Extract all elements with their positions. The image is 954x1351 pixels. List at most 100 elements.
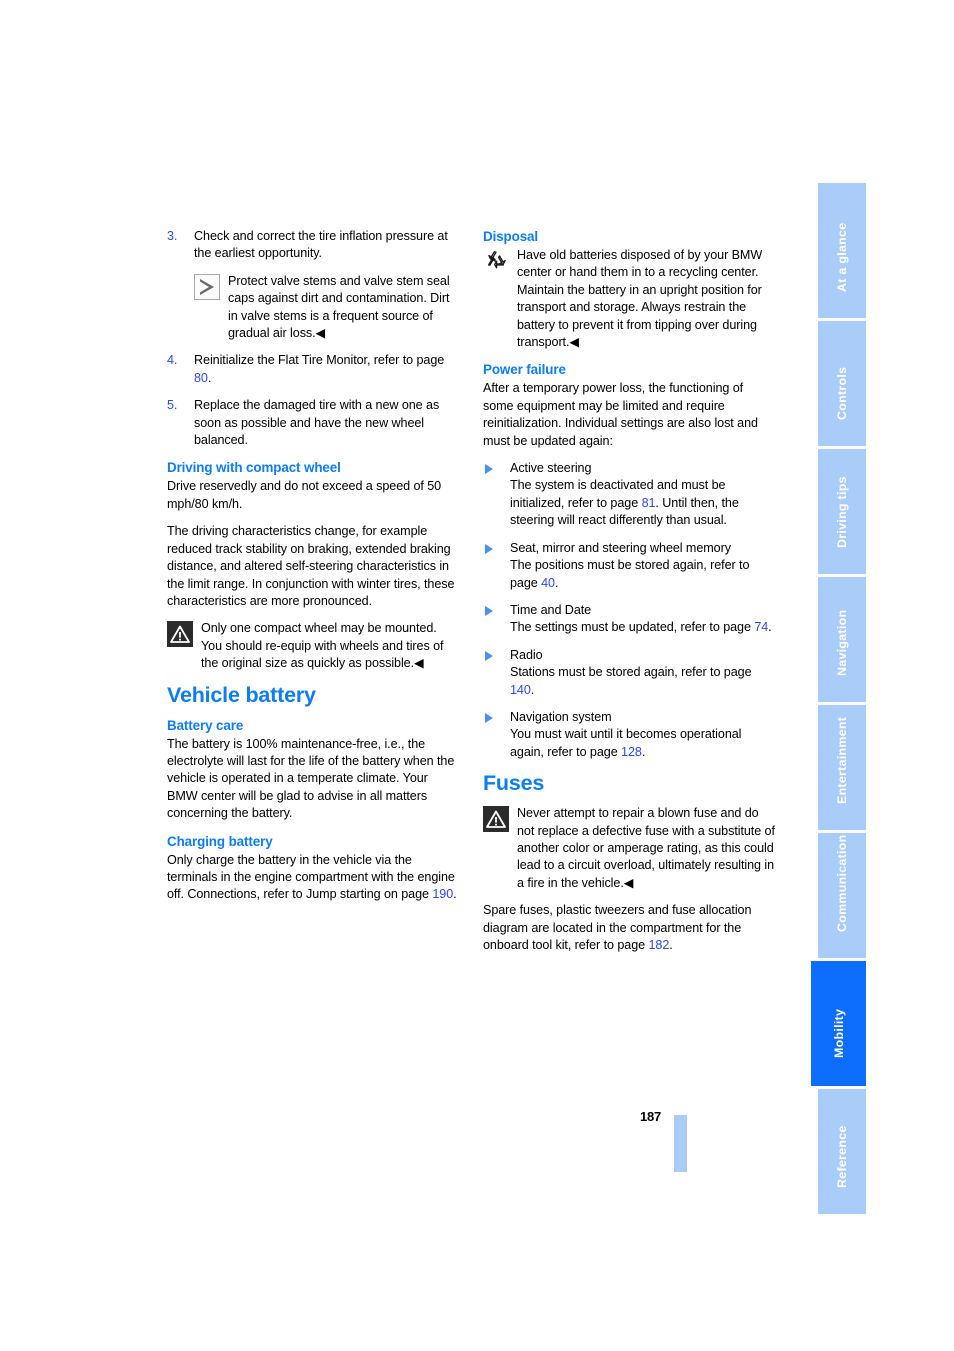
item-text: Stations must be stored again, refer to … xyxy=(510,665,752,680)
item-title: Time and Date xyxy=(510,602,592,617)
list-item: Navigation system You must wait until it… xyxy=(483,709,775,761)
note-valve-stems-body: Protect valve stems and valve stem seal … xyxy=(228,273,459,343)
heading-battery-care: Battery care xyxy=(167,717,244,733)
list-item: Active steering The system is deactivate… xyxy=(483,460,775,530)
left-column: 3. Check and correct the tire inflation … xyxy=(167,228,459,904)
warning-fuses-body: Never attempt to repair a blown fuse and… xyxy=(517,805,775,892)
step-text-after: . xyxy=(207,370,212,385)
step-text: Check and correct the tire inflation pre… xyxy=(194,229,448,261)
warning-fuses: Never attempt to repair a blown fuse and… xyxy=(483,805,775,892)
compact-wheel-para-2: The driving characteristics change, for … xyxy=(167,524,455,608)
triangle-bullet-icon xyxy=(485,605,493,616)
sidebar-tab-driving-tips[interactable]: Driving tips xyxy=(818,449,866,574)
triangle-bullet-icon xyxy=(485,712,493,723)
sidebar-tab-entertainment[interactable]: Entertainment xyxy=(818,705,866,830)
step-number: 4. xyxy=(167,353,178,368)
item-text-after: . xyxy=(641,744,646,759)
page-reference-link[interactable]: 190 xyxy=(432,887,453,901)
sidebar-tab-label: Controls xyxy=(834,366,849,420)
battery-care-text: The battery is 100% maintenance-free, i.… xyxy=(167,736,455,821)
note-valve-stems: Protect valve stems and valve stem seal … xyxy=(194,273,459,343)
item-title: Radio xyxy=(510,647,543,662)
page-reference-link[interactable]: 81 xyxy=(642,496,656,510)
sidebar-tab-reference[interactable]: Reference xyxy=(818,1089,866,1214)
list-item: 3. Check and correct the tire inflation … xyxy=(167,228,459,263)
page-reference-link[interactable]: 128 xyxy=(621,745,642,759)
list-item: Time and Date The settings must be updat… xyxy=(483,602,775,637)
sidebar-tab-navigation[interactable]: Navigation xyxy=(818,577,866,702)
triangle-bullet-icon xyxy=(485,543,493,554)
step-text: Replace the damaged tire with a new one … xyxy=(194,398,440,448)
note-disposal: Have old batteries disposed of by your B… xyxy=(483,247,775,351)
page-reference-link[interactable]: 40 xyxy=(541,576,555,590)
right-column: Disposal Have old batteries disposed of … xyxy=(483,228,775,954)
manual-page: 3. Check and correct the tire inflation … xyxy=(0,0,954,1351)
power-failure-items-list: Active steering The system is deactivate… xyxy=(483,460,775,761)
heading-disposal: Disposal xyxy=(483,229,539,244)
item-title: Seat, mirror and steering wheel memory xyxy=(510,540,731,555)
item-text-after: . xyxy=(530,682,535,697)
numbered-steps-list-cont: 4. Reinitialize the Flat Tire Monitor, r… xyxy=(167,352,459,449)
warning-icon xyxy=(483,806,509,833)
end-of-note-marker: ◀ xyxy=(623,875,634,890)
sidebar-tab-label: At a glance xyxy=(834,222,849,292)
compact-wheel-para-1: Drive reservedly and do not exceed a spe… xyxy=(167,479,442,511)
list-item: Radio Stations must be stored again, ref… xyxy=(483,647,775,699)
warning-compact-wheel-text: Only one compact wheel may be mounted. Y… xyxy=(201,621,444,671)
sidebar-tab-label: Navigation xyxy=(834,609,849,676)
sidebar-tab-controls[interactable]: Controls xyxy=(818,321,866,446)
step-number: 3. xyxy=(167,229,178,243)
warning-icon xyxy=(167,621,193,648)
step-text: Reinitialize the Flat Tire Monitor, refe… xyxy=(194,353,445,368)
heading-driving-with-compact-wheel: Driving with compact wheel xyxy=(167,460,341,476)
page-reference-link[interactable]: 182 xyxy=(648,938,669,952)
item-title: Active steering xyxy=(510,461,592,476)
item-text-after: . xyxy=(768,620,772,635)
end-of-note-marker: ◀ xyxy=(569,335,580,350)
fuses-spare-text: Spare fuses, plastic tweezers and fuse a… xyxy=(483,902,775,954)
charging-battery-text-before: Only charge the battery in the vehicle v… xyxy=(167,852,455,902)
recycling-icon xyxy=(483,248,509,274)
step-number: 5. xyxy=(167,398,178,413)
charging-battery-text: Only charge the battery in the vehicle v… xyxy=(167,852,459,904)
chapter-tab-bar: At a glance Controls Driving tips Naviga… xyxy=(811,183,866,1214)
heading-charging-battery: Charging battery xyxy=(167,833,273,849)
note-valve-stems-text: Protect valve stems and valve stem seal … xyxy=(228,273,450,341)
power-failure-intro: After a temporary power loss, the functi… xyxy=(483,381,758,448)
charging-battery-text-after: . xyxy=(453,887,457,902)
list-item: 5. Replace the damaged tire with a new o… xyxy=(167,397,459,449)
page-number-accent-bar xyxy=(674,1115,687,1172)
sidebar-tab-at-a-glance[interactable]: At a glance xyxy=(818,183,866,318)
heading-fuses: Fuses xyxy=(483,771,545,796)
sidebar-tab-label: Communication xyxy=(834,834,849,932)
warning-fuses-text: Never attempt to repair a blown fuse and… xyxy=(517,806,775,890)
end-of-note-marker: ◀ xyxy=(315,326,326,341)
heading-power-failure: Power failure xyxy=(483,362,566,378)
triangle-bullet-icon xyxy=(485,650,493,661)
item-text-after: . xyxy=(554,575,559,590)
sidebar-tab-label: Entertainment xyxy=(834,716,849,804)
sidebar-tab-communication[interactable]: Communication xyxy=(818,833,866,958)
sidebar-tab-mobility[interactable]: Mobility xyxy=(811,961,866,1086)
sidebar-tab-label: Mobility xyxy=(831,1008,846,1058)
page-reference-link[interactable]: 140 xyxy=(510,683,531,697)
item-title: Navigation system xyxy=(510,709,612,724)
note-disposal-body: Have old batteries disposed of by your B… xyxy=(517,247,775,351)
page-reference-link[interactable]: 80 xyxy=(194,371,208,385)
list-item: 4. Reinitialize the Flat Tire Monitor, r… xyxy=(167,352,459,387)
page-reference-link[interactable]: 74 xyxy=(754,620,768,634)
page-number: 187 xyxy=(640,1109,662,1124)
warning-compact-wheel-body: Only one compact wheel may be mounted. Y… xyxy=(201,620,459,672)
fuses-spare-text-before: Spare fuses, plastic tweezers and fuse a… xyxy=(483,903,752,952)
numbered-steps-list: 3. Check and correct the tire inflation … xyxy=(167,228,459,263)
warning-compact-wheel: Only one compact wheel may be mounted. Y… xyxy=(167,620,459,672)
info-icon xyxy=(194,273,220,300)
item-text: The settings must be updated, refer to p… xyxy=(510,620,755,635)
sidebar-tab-label: Reference xyxy=(834,1124,849,1188)
fuses-spare-text-after: . xyxy=(669,938,673,952)
heading-vehicle-battery: Vehicle battery xyxy=(167,682,316,707)
list-item: Seat, mirror and steering wheel memory T… xyxy=(483,540,775,592)
sidebar-tab-label: Driving tips xyxy=(834,475,849,548)
note-disposal-text: Have old batteries disposed of by your B… xyxy=(517,248,763,350)
end-of-note-marker: ◀ xyxy=(414,656,424,671)
